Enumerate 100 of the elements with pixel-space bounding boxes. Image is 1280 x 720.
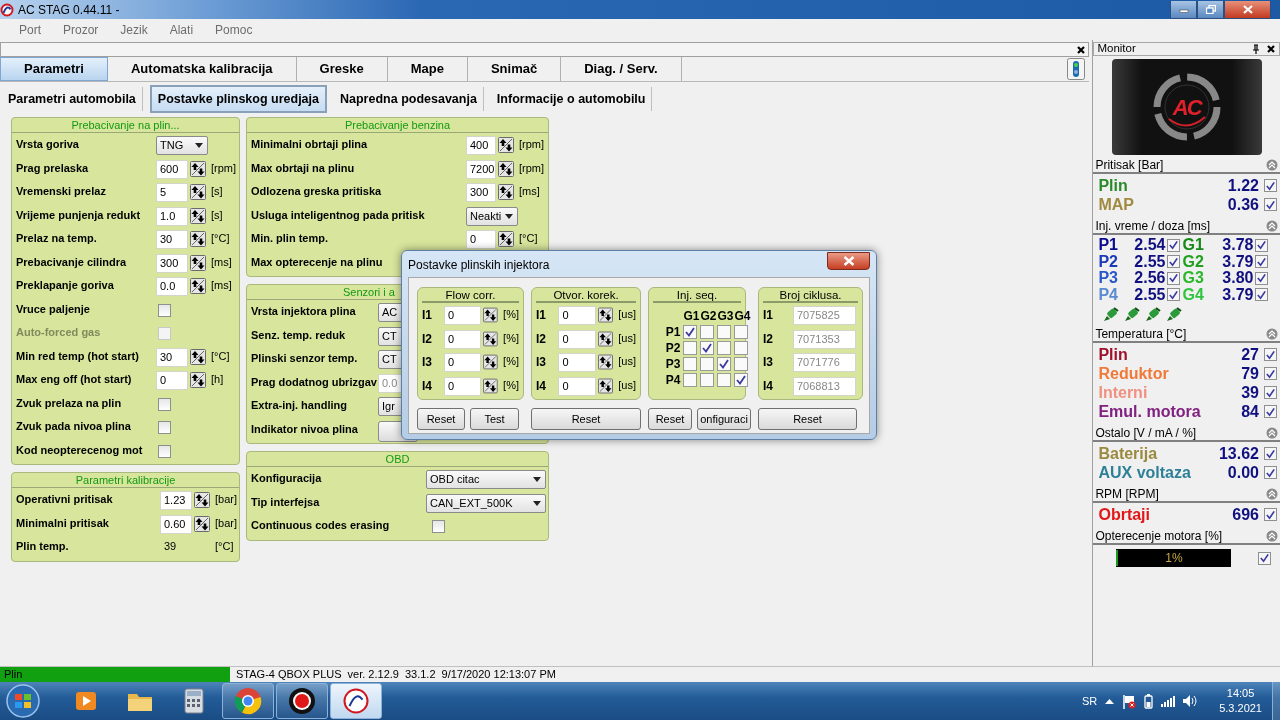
section-title: Opterecenje motora [%] bbox=[1095, 528, 1223, 545]
row-label: P2 bbox=[664, 340, 682, 357]
row-label: I4 bbox=[422, 377, 433, 395]
status-text: STAG-4 QBOX PLUS bbox=[236, 667, 342, 683]
unit-label: [°C] bbox=[211, 348, 230, 364]
field-label: Min red temp (hot start) bbox=[16, 348, 140, 364]
group-title: Flow corr. bbox=[422, 288, 519, 303]
reading-label: AUX voltaza bbox=[1098, 462, 1192, 483]
value-text: 39 bbox=[164, 539, 178, 554]
reading-label: Reduktor bbox=[1098, 363, 1170, 384]
reading-value: 3.78 bbox=[1221, 237, 1255, 254]
section-title: Temperatura [°C] bbox=[1095, 326, 1187, 343]
field-label: Indikator nivoa plina bbox=[251, 421, 359, 437]
group-title: Otvor. korek. bbox=[536, 288, 636, 303]
field-label: Prag dodatnog ubrizgav bbox=[251, 374, 378, 390]
unit-label: [rpm] bbox=[519, 160, 545, 176]
row-label: I1 bbox=[422, 307, 433, 324]
field-label: Max obrtaji na plinu bbox=[251, 160, 356, 176]
field-label: Minimalni pritisak bbox=[16, 515, 110, 531]
unit-label: [%] bbox=[503, 354, 519, 369]
reading-value: 84 bbox=[1241, 401, 1259, 422]
reading-label: P3 bbox=[1098, 270, 1119, 287]
field-label: Senz. temp. reduk bbox=[251, 327, 347, 343]
column-label: G1 bbox=[683, 308, 700, 325]
status-text: 9/17/2020 12:13:07 PM bbox=[441, 667, 556, 683]
reading-label: P4 bbox=[1098, 286, 1119, 303]
field-label: Max opterecenje na plinu bbox=[251, 254, 383, 270]
field-label: Kod neopterecenog mot bbox=[16, 442, 144, 458]
field-label: Vruce paljenje bbox=[16, 301, 91, 317]
section-title: Inj. vreme / doza [ms] bbox=[1095, 218, 1211, 235]
unit-label: [s] bbox=[211, 207, 223, 223]
reading-label: Plin bbox=[1098, 344, 1129, 365]
reading-label: Baterija bbox=[1098, 443, 1159, 464]
reading-label: G1 bbox=[1182, 237, 1205, 254]
row-label: I4 bbox=[763, 377, 774, 395]
field-label: Usluga inteligentnog pada pritisk bbox=[251, 207, 426, 223]
field-label: Plin temp. bbox=[16, 539, 70, 554]
unit-label: [s] bbox=[211, 184, 223, 199]
section-title: Ostalo [V / mA / %] bbox=[1095, 425, 1197, 442]
dialog-title: Postavke plinskih injektora bbox=[408, 257, 550, 274]
field-label: Zvuk prelaza na plin bbox=[16, 395, 123, 411]
reading-value: 696 bbox=[1232, 504, 1259, 525]
reading-value: 39 bbox=[1241, 382, 1259, 403]
unit-label: [us] bbox=[618, 330, 636, 346]
reading-value: 1.22 bbox=[1227, 175, 1259, 196]
reading-value: 2.55 bbox=[1133, 286, 1167, 303]
reading-label: Obrtaji bbox=[1098, 504, 1151, 525]
row-label: P4 bbox=[664, 372, 682, 389]
window-title: AC STAG 0.44.11 - bbox=[18, 1, 120, 19]
reading-label: Plin bbox=[1098, 175, 1129, 196]
column-label: G4 bbox=[734, 308, 751, 325]
unit-label: [h] bbox=[211, 372, 224, 387]
panel-title: Monitor bbox=[1097, 41, 1136, 57]
status-text: 33.1.2 bbox=[404, 667, 436, 683]
unit-label: [ms] bbox=[519, 184, 540, 199]
unit-label: [%] bbox=[503, 330, 519, 346]
row-label: I2 bbox=[422, 330, 433, 348]
reading-value: 0.36 bbox=[1227, 194, 1259, 215]
row-label: I3 bbox=[536, 354, 547, 371]
reading-label: Emul. motora bbox=[1098, 401, 1202, 422]
unit-label: [bar] bbox=[215, 492, 237, 507]
field-label: Max eng off (hot start) bbox=[16, 372, 133, 387]
panel-title: Parametri kalibracije bbox=[12, 473, 239, 488]
reading-label: G3 bbox=[1182, 270, 1205, 287]
reading-value: 2.56 bbox=[1133, 270, 1167, 287]
column-label: G2 bbox=[700, 308, 717, 325]
panel-title: OBD bbox=[247, 452, 548, 467]
section-title: Pritisak [Bar] bbox=[1095, 157, 1164, 174]
reading-label: G2 bbox=[1182, 253, 1205, 270]
reading-value: 3.79 bbox=[1221, 286, 1255, 303]
field-label: Vrsta goriva bbox=[16, 137, 80, 152]
unit-label: [us] bbox=[618, 377, 636, 393]
field-label: Operativni pritisak bbox=[16, 492, 114, 507]
reading-value: 3.80 bbox=[1221, 270, 1255, 287]
field-label: Prebacivanje cilindra bbox=[16, 254, 128, 270]
field-label: Konfiguracija bbox=[251, 471, 323, 486]
group-title: Broj ciklusa. bbox=[763, 288, 858, 303]
reading-value: 3.79 bbox=[1221, 253, 1255, 270]
section-title: RPM [RPM] bbox=[1095, 486, 1159, 503]
field-label: Auto-forced gas bbox=[16, 325, 102, 340]
field-label: Preklapanje goriva bbox=[16, 278, 115, 293]
row-label: I4 bbox=[536, 377, 547, 395]
field-label: Min. plin temp. bbox=[251, 231, 329, 246]
field-label: Prag prelaska bbox=[16, 160, 90, 176]
mode-indicator: Plin bbox=[0, 667, 230, 682]
reading-value: 2.54 bbox=[1133, 237, 1167, 254]
field-label: Tip interfejsa bbox=[251, 494, 321, 510]
unit-label: [°C] bbox=[211, 231, 230, 246]
unit-label: [rpm] bbox=[519, 137, 545, 152]
logo-text: AC bbox=[1172, 93, 1201, 122]
row-label: I1 bbox=[763, 307, 774, 324]
column-label: G3 bbox=[717, 308, 734, 325]
unit-label: [us] bbox=[618, 307, 636, 322]
panel-title: Prebacivanje benzina bbox=[247, 118, 548, 133]
field-label: Minimalni obrtaji plina bbox=[251, 137, 369, 152]
field-label: Continuous codes erasing bbox=[251, 518, 391, 533]
status-text: ver. 2.12.9 bbox=[347, 667, 399, 683]
unit-label: [°C] bbox=[519, 231, 538, 246]
unit-label: [°C] bbox=[215, 539, 234, 554]
reading-label: P2 bbox=[1098, 253, 1119, 270]
